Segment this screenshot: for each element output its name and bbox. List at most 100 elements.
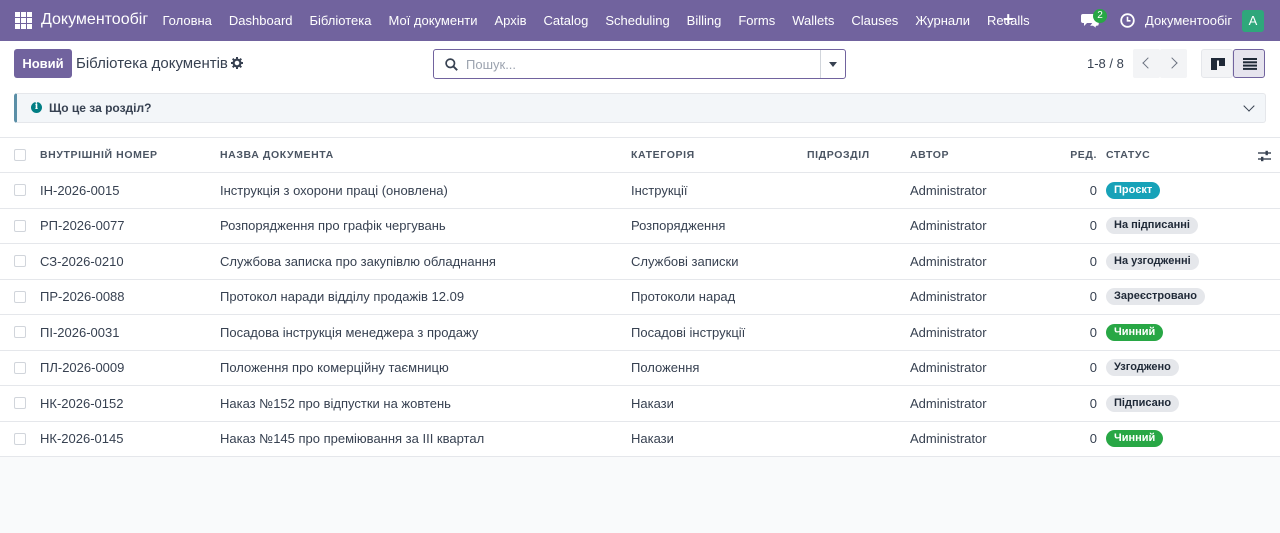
cell-category: Інструкції [631,182,688,198]
cell-status: Чинний [1106,315,1164,350]
plus-icon[interactable]: + [1003,9,1014,29]
cell-status: На підписанні [1106,209,1198,244]
user-company-name[interactable]: Документообіг [1145,13,1232,28]
column-header-author[interactable]: АВТОР [910,138,949,172]
menu-item-billing[interactable]: Billing [678,0,730,41]
top-navbar: Документообіг Головна Dashboard Бібліоте… [0,0,1280,41]
cell-revision: 0 [1089,289,1097,305]
list-view-button[interactable] [1233,49,1265,78]
cell-category: Службові записки [631,253,739,269]
cell-category: Розпорядження [631,218,726,234]
row-checkbox[interactable] [14,432,26,445]
menu-item-clauses[interactable]: Clauses [843,0,907,41]
table-row[interactable]: ПЛ-2026-0009 Положення про комерційну тає… [0,351,1280,386]
row-checkbox[interactable] [14,290,26,303]
cell-revision: 0 [1089,218,1097,234]
column-header-revision[interactable]: РЕД. [1040,138,1097,172]
row-checkbox[interactable] [14,184,26,197]
chevron-right-icon [1166,57,1178,69]
status-badge: Зареєстровано [1106,288,1205,306]
column-header-category[interactable]: КАТЕГОРІЯ [631,138,695,172]
cell-author: Administrator [910,289,987,305]
row-checkbox[interactable] [14,397,26,410]
menu-item-my-documents[interactable]: Мої документи [380,0,486,41]
cell-name: Посадова інструкція менеджера з продажу [220,324,479,340]
status-badge: Підписано [1106,394,1180,412]
control-panel: Новий Бібліотека документів 1-8 / 8 [0,41,1280,137]
cell-number: ІН-2026-0015 [40,182,120,198]
optional-columns-icon[interactable] [1258,150,1271,162]
chevron-down-icon [829,62,837,67]
gear-icon[interactable] [231,57,243,69]
table-row[interactable]: СЗ-2026-0210 Службова записка про закупів… [0,244,1280,280]
pager-next-button[interactable] [1160,49,1187,78]
cell-author: Administrator [910,182,987,198]
cell-status: Узгоджено [1106,351,1179,386]
cell-name: Наказ №152 про відпустки на жовтень [220,395,451,411]
cell-category: Положення [631,360,700,376]
row-checkbox[interactable] [14,219,26,232]
menu-item-scheduling[interactable]: Scheduling [597,0,678,41]
chevron-left-icon [1142,57,1154,69]
menu-item-library[interactable]: Бібліотека [301,0,380,41]
apps-grid-icon[interactable] [15,12,32,29]
pager-previous-button[interactable] [1133,49,1160,78]
table-row[interactable]: НК-2026-0145 Наказ №145 про преміювання з… [0,422,1280,457]
kanban-view-icon [1211,58,1225,70]
avatar[interactable]: A [1242,10,1264,32]
cell-number: СЗ-2026-0210 [40,253,124,269]
menu-item-dashboard[interactable]: Dashboard [220,0,301,41]
pager-value[interactable]: 1-8 / 8 [1087,56,1124,71]
cell-number: НК-2026-0145 [40,431,124,447]
table-row[interactable]: ПІ-2026-0031 Посадова інструкція менеджер… [0,315,1280,351]
table-row[interactable]: ІН-2026-0015 Інструкція з охорони праці (… [0,173,1280,209]
table-body: ІН-2026-0015 Інструкція з охорони праці (… [0,173,1280,457]
row-checkbox[interactable] [14,326,26,339]
menu-item-catalog[interactable]: Catalog [535,0,597,41]
main-menu: Головна Dashboard Бібліотека Мої докумен… [154,0,1038,41]
new-button[interactable]: Новий [14,49,72,78]
search-options-toggle[interactable] [821,50,846,78]
help-title: Що це за розділ? [49,101,152,115]
status-badge: Узгоджено [1106,359,1179,377]
cell-revision: 0 [1089,431,1097,447]
cell-name: Розпорядження про графік чергувань [220,218,446,234]
column-header-number[interactable]: ВНУТРІШНІЙ НОМЕР [40,138,158,172]
clock-icon[interactable] [1120,13,1135,28]
cell-status: На узгодженні [1106,244,1199,279]
list-view-icon [1243,58,1257,70]
table-row[interactable]: НК-2026-0152 Наказ №152 про відпустки на … [0,386,1280,422]
chat-count-badge: 2 [1093,9,1107,23]
search-input[interactable] [466,55,816,73]
kanban-view-button[interactable] [1201,49,1233,78]
info-icon: i [31,102,42,113]
menu-item-archive[interactable]: Архів [486,0,535,41]
row-checkbox[interactable] [14,255,26,268]
help-section-toggle[interactable]: i Що це за розділ? [14,93,1266,123]
cell-name: Службова записка про закупівлю обладнанн… [220,253,496,269]
cell-status: Зареєстровано [1106,280,1205,315]
select-all-checkbox[interactable] [14,149,26,161]
status-badge: Чинний [1106,323,1164,341]
menu-item-journals[interactable]: Журнали [907,0,979,41]
table-header-row: ВНУТРІШНІЙ НОМЕР НАЗВА ДОКУМЕНТА КАТЕГОР… [0,138,1280,173]
column-header-status[interactable]: СТАТУС [1106,138,1150,172]
cell-status: Підписано [1106,386,1180,421]
cell-author: Administrator [910,395,987,411]
cell-name: Протокол наради відділу продажів 12.09 [220,289,465,305]
table-row[interactable]: РП-2026-0077 Розпорядження про графік чер… [0,209,1280,244]
cell-revision: 0 [1089,324,1097,340]
menu-item-home[interactable]: Головна [154,0,220,41]
column-header-name[interactable]: НАЗВА ДОКУМЕНТА [220,138,334,172]
table-row[interactable]: ПР-2026-0088 Протокол наради відділу прод… [0,280,1280,315]
menu-item-forms[interactable]: Forms [730,0,784,41]
row-checkbox[interactable] [14,361,26,374]
cell-number: РП-2026-0077 [40,218,125,234]
cell-category: Накази [631,395,674,411]
menu-item-wallets[interactable]: Wallets [784,0,843,41]
cell-number: ПЛ-2026-0009 [40,360,125,376]
column-header-department[interactable]: ПІДРОЗДІЛ [807,138,870,172]
app-brand[interactable]: Документообіг [41,11,148,29]
cell-author: Administrator [910,218,987,234]
search-bar [433,49,846,79]
